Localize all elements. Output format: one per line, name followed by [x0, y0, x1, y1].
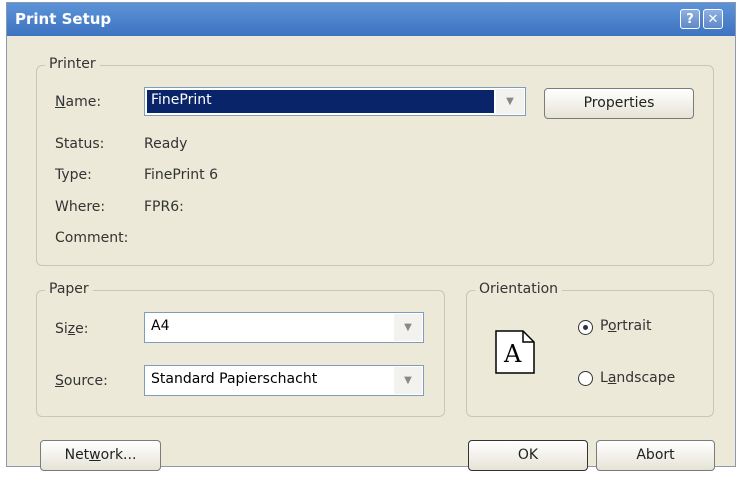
- chevron-down-icon[interactable]: ▼: [394, 314, 422, 341]
- portrait-radio[interactable]: [578, 320, 593, 335]
- close-button[interactable]: ✕: [703, 9, 723, 29]
- type-label: Type:: [55, 167, 92, 183]
- landscape-label[interactable]: Landscape: [600, 370, 675, 386]
- ok-button[interactable]: OK: [468, 440, 588, 471]
- printer-name-select[interactable]: FinePrint ▼: [144, 87, 526, 116]
- where-label: Where:: [55, 199, 106, 215]
- printer-name-value: FinePrint: [151, 92, 212, 108]
- portrait-page-icon: A: [495, 330, 535, 374]
- chevron-down-icon[interactable]: ▼: [496, 89, 524, 114]
- type-value: FinePrint 6: [144, 167, 218, 183]
- abort-label: Abort: [636, 447, 675, 463]
- portrait-label[interactable]: Portrait: [600, 318, 652, 334]
- paper-source-select[interactable]: Standard Papierschacht ▼: [144, 365, 424, 396]
- source-label: Source:: [55, 373, 108, 389]
- ok-label: OK: [517, 447, 539, 463]
- status-value: Ready: [144, 136, 188, 152]
- orientation-legend: Orientation: [475, 281, 563, 297]
- print-setup-dialog: Print Setup ? ✕ Printer Name: FinePrint …: [6, 2, 736, 471]
- where-value: FPR6:: [144, 199, 184, 215]
- page-letter: A: [504, 340, 522, 368]
- properties-label: Properties: [583, 95, 655, 111]
- printer-legend: Printer: [45, 56, 100, 72]
- window-title: Print Setup: [15, 10, 112, 28]
- network-label: Network...: [64, 447, 137, 463]
- paper-legend: Paper: [45, 281, 93, 297]
- paper-size-value: A4: [151, 318, 170, 334]
- title-bar: Print Setup ? ✕: [7, 3, 735, 36]
- paper-size-select[interactable]: A4 ▼: [144, 312, 424, 343]
- close-icon: ✕: [707, 12, 719, 27]
- paper-group: Paper: [36, 281, 445, 417]
- landscape-radio[interactable]: [578, 371, 593, 386]
- abort-button[interactable]: Abort: [596, 440, 715, 471]
- name-label: Name:: [55, 94, 102, 110]
- portrait-radio-dot: [583, 325, 588, 330]
- network-button[interactable]: Network...: [40, 440, 161, 471]
- status-label: Status:: [55, 136, 105, 152]
- properties-button[interactable]: Properties: [544, 88, 694, 119]
- comment-label: Comment:: [55, 230, 129, 246]
- paper-source-value: Standard Papierschacht: [151, 371, 318, 387]
- size-label: Size:: [55, 321, 89, 337]
- help-icon: ?: [686, 12, 694, 27]
- help-button[interactable]: ?: [680, 9, 700, 29]
- chevron-down-icon[interactable]: ▼: [394, 367, 422, 394]
